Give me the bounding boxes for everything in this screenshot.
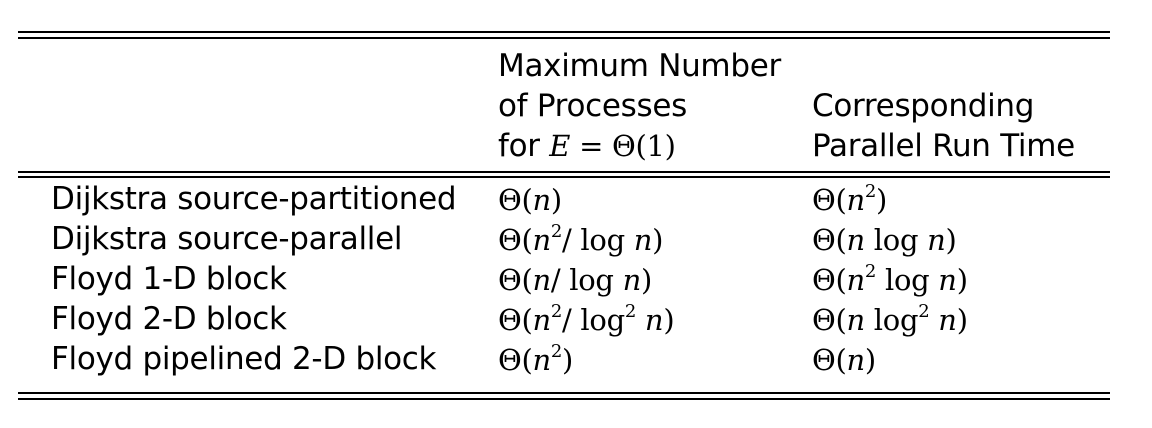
table-row-run-time: Θ(n log2 n) [812, 301, 968, 337]
table-row-algorithm: Dijkstra source-parallel [51, 221, 403, 257]
table-top-rule-inner [18, 37, 1110, 39]
table-row-run-time: Θ(n2) [812, 181, 888, 217]
header-run-time-line2: Parallel Run Time [812, 128, 1075, 164]
table-row-run-time: Θ(n) [812, 343, 876, 377]
table-top-rule [18, 31, 1110, 33]
header-for-label: for [498, 128, 540, 164]
header-efficiency-value: = Θ(1) [579, 129, 676, 163]
header-max-processes-line2: of Processes [498, 88, 687, 124]
table-row-algorithm: Dijkstra source-partitioned [51, 181, 457, 217]
table-row-algorithm: Floyd pipelined 2-D block [51, 341, 437, 377]
header-max-processes-line3: for E = Θ(1) [498, 128, 676, 164]
table-row-algorithm: Floyd 2-D block [51, 301, 287, 337]
table-bottom-rule [18, 392, 1110, 394]
table-header-rule [18, 171, 1110, 173]
header-efficiency-condition: E = Θ(1) [549, 129, 676, 163]
table-row-max-processes: Θ(n2/ log2 n) [498, 301, 675, 337]
table-row-algorithm: Floyd 1-D block [51, 261, 287, 297]
table-row-max-processes: Θ(n2) [498, 341, 574, 377]
table-header-rule-inner [18, 176, 1110, 178]
header-run-time-line1: Corresponding [812, 88, 1035, 124]
table-row-run-time: Θ(n2 log n) [812, 261, 968, 297]
header-efficiency-symbol: E [549, 129, 571, 163]
header-max-processes-line1: Maximum Number [498, 48, 781, 84]
table-row-max-processes: Θ(n) [498, 183, 562, 217]
table-row-run-time: Θ(n log n) [812, 223, 957, 257]
table-bottom-rule-inner [18, 398, 1110, 400]
table-row-max-processes: Θ(n/ log n) [498, 263, 653, 297]
table-row-max-processes: Θ(n2/ log n) [498, 221, 664, 257]
